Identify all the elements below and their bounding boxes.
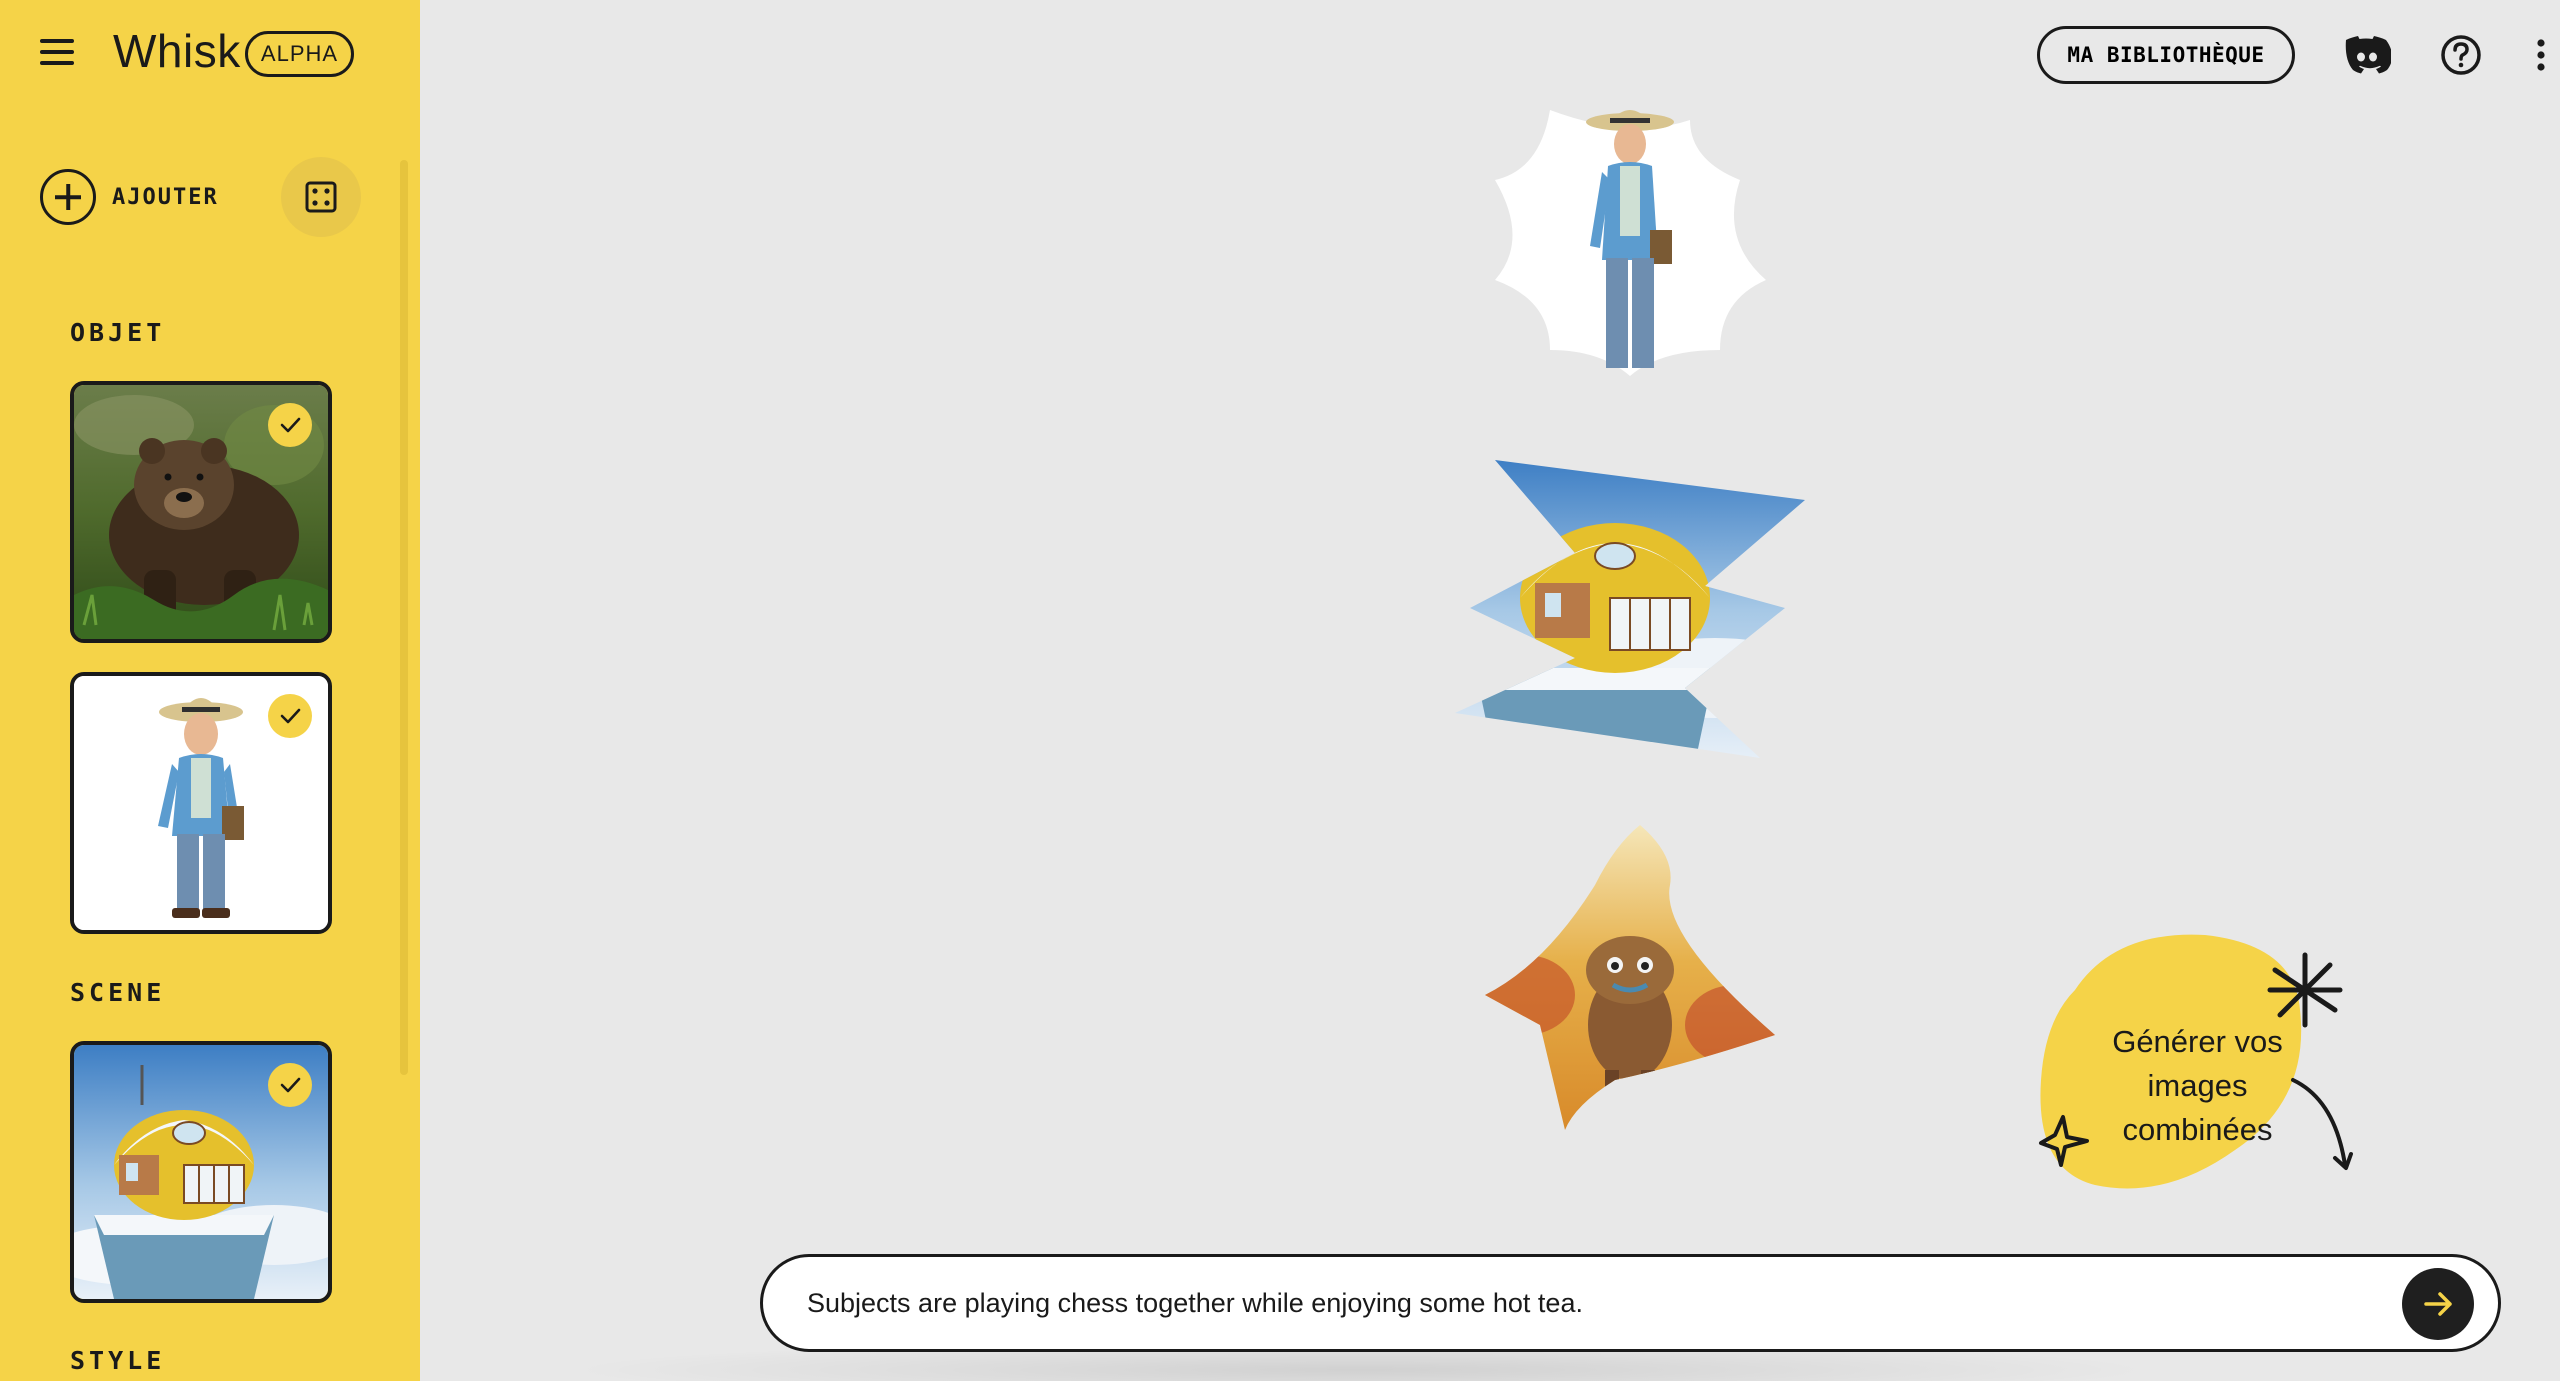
- plus-circle-icon: [40, 169, 96, 225]
- check-icon: [268, 694, 312, 738]
- dice-icon: [305, 181, 337, 213]
- check-icon: [268, 1063, 312, 1107]
- add-button[interactable]: AJOUTER: [40, 169, 219, 225]
- sidebar-scrollbar[interactable]: [400, 160, 408, 1075]
- callout-text: Générer vos images combinées: [2060, 1020, 2335, 1152]
- old-man-cutout[interactable]: [1490, 100, 1770, 380]
- alpha-badge: ALPHA: [245, 31, 354, 77]
- random-dice-button[interactable]: [281, 157, 361, 237]
- callout-line-1: Générer vos: [2112, 1024, 2283, 1059]
- section-label-object: OBJET: [70, 318, 166, 347]
- menu-icon[interactable]: [40, 32, 86, 72]
- section-label-style: STYLE: [70, 1346, 166, 1375]
- sidebar: Whisk ALPHA AJOUTER OBJET SCENE STYLE: [0, 0, 420, 1381]
- creature-cutout[interactable]: [1485, 825, 1775, 1130]
- prompt-input[interactable]: Subjects are playing chess together whil…: [807, 1257, 2307, 1349]
- igloo-cutout[interactable]: [1455, 458, 1805, 763]
- more-vert-icon[interactable]: [2526, 30, 2556, 80]
- object-thumbnail-old-man[interactable]: [70, 672, 332, 934]
- section-label-scene: SCENE: [70, 978, 166, 1007]
- check-icon: [268, 403, 312, 447]
- discord-icon[interactable]: [2342, 30, 2392, 80]
- callout-line-2: images: [2147, 1068, 2248, 1103]
- add-button-label: AJOUTER: [112, 184, 219, 210]
- help-icon[interactable]: [2436, 30, 2486, 80]
- app-title: Whisk: [113, 25, 241, 77]
- callout-line-3: combinées: [2122, 1112, 2273, 1147]
- prompt-bar: Subjects are playing chess together whil…: [760, 1254, 2501, 1352]
- object-thumbnail-bear[interactable]: [70, 381, 332, 643]
- library-button[interactable]: MA BIBLIOTHÈQUE: [2037, 26, 2295, 84]
- arrow-right-icon: [2424, 1292, 2452, 1316]
- scene-thumbnail-igloo[interactable]: [70, 1041, 332, 1303]
- send-button[interactable]: [2402, 1268, 2474, 1340]
